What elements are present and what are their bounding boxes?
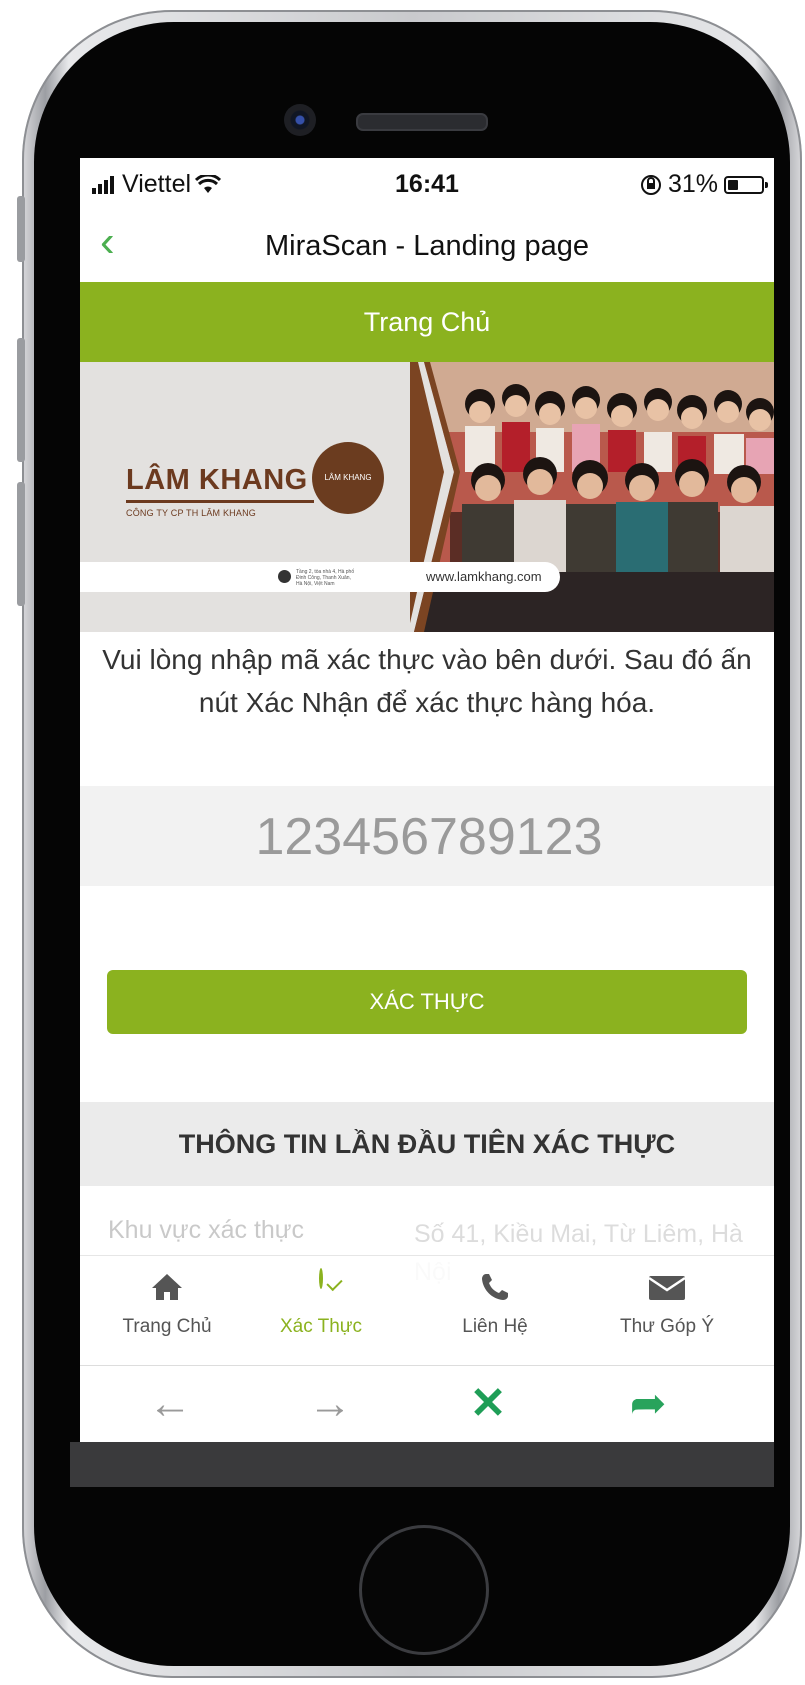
earpiece-speaker <box>356 113 488 131</box>
share-icon[interactable]: ➦ <box>608 1376 688 1432</box>
close-icon[interactable]: ✕ <box>448 1376 528 1432</box>
status-right: 31% <box>640 170 768 199</box>
arrow-right-icon[interactable]: → <box>290 1376 370 1432</box>
first-verification-info-header: THÔNG TIN LẦN ĐẦU TIÊN XÁC THỰC <box>80 1102 774 1186</box>
screen-bottom-strip <box>70 1442 774 1487</box>
volume-down-button <box>17 482 25 606</box>
front-camera <box>284 104 316 136</box>
company-logo-text: LÂM KHANG <box>126 464 308 496</box>
info-row-label: Khu vực xác thực <box>108 1216 305 1244</box>
company-logo-badge: LÂM KHANG <box>312 442 384 514</box>
banner-contact-strip: Tầng 2, tòa nhà 4, Hà phố Đinh Công, Tha… <box>80 562 560 592</box>
verification-code-input[interactable] <box>80 786 774 888</box>
company-logo-subtitle: CÔNG TY CP TH LÂM KHANG <box>126 508 256 518</box>
tab-contact[interactable]: Liên Hệ <box>408 1270 582 1360</box>
volume-up-button <box>17 338 25 462</box>
phone-icon <box>408 1270 582 1310</box>
battery-percent: 31% <box>667 170 718 198</box>
home-icon <box>80 1270 254 1310</box>
company-banner: LÂM KHANG CÔNG TY CP TH LÂM KHANG LÂM KH… <box>80 362 774 632</box>
bottom-tab-bar: Trang Chủ Xác Thực Liên Hệ Thư Góp Ý <box>80 1255 774 1366</box>
status-bar: Viettel 16:41 31% <box>80 158 774 206</box>
instruction-text: Vui lòng nhập mã xác thực vào bên dưới. … <box>102 644 752 719</box>
banner-website: www.lamkhang.com <box>426 569 542 584</box>
banner-address: Tầng 2, tòa nhà 4, Hà phố Đinh Công, Tha… <box>296 569 355 587</box>
phone-screen: Viettel 16:41 31% ‹ MiraScan - Landing p… <box>80 158 774 1442</box>
verify-button[interactable]: XÁC THỰC <box>107 970 747 1034</box>
tab-home[interactable]: Trang Chủ <box>80 1270 254 1360</box>
tab-verify[interactable]: Xác Thực <box>234 1268 408 1360</box>
location-pin-icon <box>278 570 291 583</box>
tab-verify-label: Xác Thực <box>279 1316 363 1337</box>
verification-code-field <box>80 786 774 888</box>
orientation-lock-icon <box>640 174 661 195</box>
envelope-icon <box>580 1270 754 1310</box>
page-title: MiraScan - Landing page <box>264 230 590 262</box>
mute-switch <box>17 196 25 262</box>
tab-home-label: Trang Chủ <box>122 1316 212 1337</box>
home-button[interactable] <box>359 1525 489 1655</box>
navigation-bar: ‹ MiraScan - Landing page <box>80 206 774 290</box>
arrow-left-icon[interactable]: ← <box>130 1376 210 1432</box>
browser-toolbar: ← → ✕ ➦ <box>80 1365 774 1442</box>
logo-underline <box>126 500 314 503</box>
tab-contact-label: Liên Hệ <box>462 1316 528 1337</box>
tab-feedback-label: Thư Góp Ý <box>619 1316 715 1337</box>
battery-icon <box>724 175 768 194</box>
section-header: Trang Chủ <box>80 282 774 362</box>
check-circle-icon <box>234 1268 408 1310</box>
tab-feedback[interactable]: Thư Góp Ý <box>580 1270 754 1360</box>
